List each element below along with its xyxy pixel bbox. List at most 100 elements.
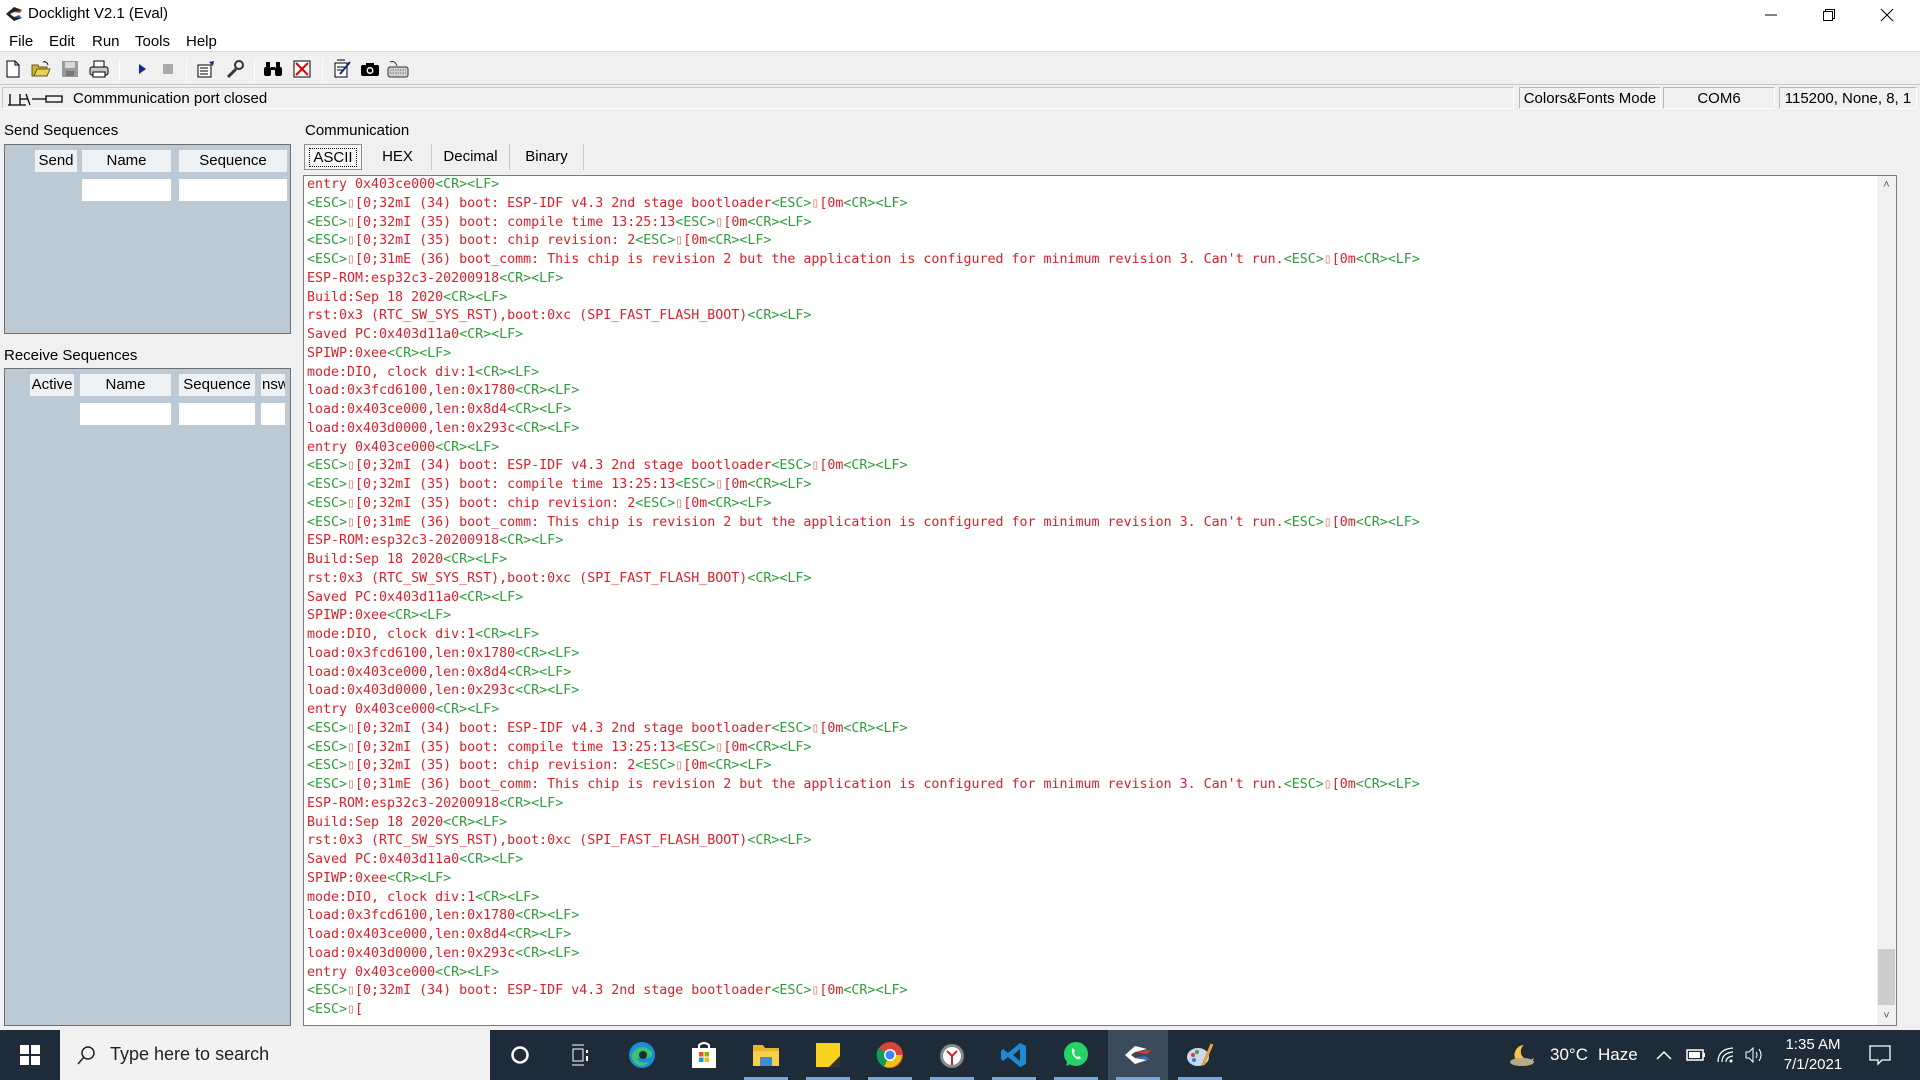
print-button[interactable] [88,58,110,80]
weather-temp: 30°C [1550,1045,1588,1064]
volume-button[interactable] [1744,1030,1764,1080]
name-column-header[interactable]: Name [82,150,171,172]
scrollbar-thumb[interactable] [1878,949,1895,1005]
log-text: Saved PC:0x403d11a0 [307,589,460,605]
menu-edit[interactable]: Edit [49,33,75,50]
project-settings-button[interactable] [195,58,217,80]
task-view-button[interactable] [550,1030,610,1080]
control-code: <CR> [507,402,540,417]
tab-ascii[interactable]: ASCII [304,144,362,170]
name-column-header[interactable]: Name [80,374,171,396]
sequence-column-header[interactable]: Sequence [179,374,255,396]
log-text: [0m [819,983,844,999]
receive-name-cell[interactable] [80,403,171,425]
log-text: SPIWP:0xee [307,345,388,361]
log-text: [ [355,1002,364,1017]
new-button[interactable] [2,58,24,80]
snapshot-button[interactable] [359,58,381,80]
stop-button[interactable] [157,58,179,80]
control-code: <CR> [707,758,740,774]
tab-hex[interactable]: HEX [364,144,432,170]
receive-sequence-cell[interactable] [179,403,255,425]
control-code: <CR> [707,495,740,511]
vertical-scrollbar[interactable]: ˄ ˅ [1877,176,1896,1025]
cortana-button[interactable] [490,1030,550,1080]
sticky-notes-button[interactable] [798,1030,858,1080]
show-hidden-icons-button[interactable] [1656,1030,1672,1080]
edit-script-icon [334,59,351,78]
control-code: <CR> [435,702,468,717]
start-button[interactable] [0,1030,60,1080]
tab-binary[interactable]: Binary [510,144,584,170]
scroll-down-button[interactable]: ˅ [1877,1007,1896,1025]
edit-script-button[interactable] [331,58,353,80]
log-line: load:0x3fcd6100,len:0x1780<CR><LF> [307,907,1420,926]
send-name-cell[interactable] [82,179,171,201]
tab-decimal[interactable]: Decimal [432,144,510,170]
vscode-button[interactable] [984,1030,1044,1080]
edge-button[interactable] [612,1030,672,1080]
action-center-button[interactable] [1868,1030,1892,1080]
file-explorer-button[interactable] [736,1030,796,1080]
store-button[interactable] [674,1030,734,1080]
log-text: [0;31mE (36) boot_comm: This chip is rev… [355,252,1284,267]
scroll-up-button[interactable]: ˄ [1877,176,1896,194]
control-code: <CR> [475,627,508,642]
save-button[interactable] [59,58,81,80]
log-line: SPIWP:0xee<CR><LF> [307,345,1420,364]
send-column-header[interactable]: Send [35,150,77,172]
control-code: <LF> [531,795,564,811]
control-code: <ESC> [635,233,676,249]
close-button[interactable] [1858,0,1916,30]
log-text: [0m [819,720,844,736]
unprintable-char: ▯ [347,458,356,474]
sequence-column-header[interactable]: Sequence [179,150,287,172]
docklight-taskbar-button[interactable] [1108,1030,1168,1080]
send-sequences-grid[interactable]: Send Name Sequence [4,144,291,334]
open-button[interactable] [30,58,52,80]
run-button[interactable] [131,58,153,80]
whatsapp-button[interactable] [1046,1030,1106,1080]
control-code: <CR> [435,964,468,980]
menu-run[interactable]: Run [92,33,120,50]
send-sequence-cell[interactable] [179,179,287,201]
keyboard-button[interactable] [387,58,409,80]
keyboard-icon [387,61,409,78]
weather-widget[interactable]: 30°C Haze [1508,1030,1638,1080]
menu-tools[interactable]: Tools [135,33,170,50]
control-code: <LF> [1387,252,1420,267]
control-code: <CR> [843,458,876,474]
minimize-icon [1765,14,1777,16]
minimize-button[interactable] [1742,0,1800,30]
clear-button[interactable] [291,58,313,80]
control-code: <LF> [475,552,508,567]
alarms-clock-button[interactable] [922,1030,982,1080]
colors-fonts-mode-indicator: Colors&Fonts Mode [1519,87,1661,109]
communication-window[interactable]: entry 0x403ce000<CR><LF> <ESC>▯[0;32mI (3… [303,175,1897,1026]
menu-file[interactable]: File [9,33,33,50]
log-line: ESP-ROM:esp32c3-20200918<CR><LF> [307,270,1420,289]
taskbar-search[interactable]: Type here to search [60,1030,490,1080]
receive-sequences-grid[interactable]: Active Name Sequence nsw [4,368,291,1026]
log-text: [0;32mI (35) boot: chip revision: 2 [355,758,636,774]
restore-button[interactable] [1800,0,1858,30]
log-line: mode:DIO, clock div:1<CR><LF> [307,364,1420,383]
control-code: <LF> [547,383,580,399]
options-button[interactable] [224,58,246,80]
unprintable-char: ▯ [347,252,356,267]
paint-button[interactable] [1170,1030,1230,1080]
system-clock[interactable]: 1:35 AM 7/1/2021 [1768,1035,1858,1075]
receive-answer-cell[interactable] [261,403,285,425]
log-text: [0m [723,477,748,492]
active-column-header[interactable]: Active [30,374,74,396]
chrome-button[interactable] [860,1030,920,1080]
toolbar-separator [119,59,120,81]
chrome-icon [876,1042,903,1068]
find-button[interactable] [262,58,284,80]
menu-help[interactable]: Help [186,33,217,50]
network-button[interactable] [1716,1030,1736,1080]
battery-button[interactable] [1686,1030,1706,1080]
answer-column-header[interactable]: nsw [261,374,285,396]
log-text: entry 0x403ce000 [307,702,436,717]
log-line: <ESC>▯[0;31mE (36) boot_comm: This chip … [307,776,1420,795]
